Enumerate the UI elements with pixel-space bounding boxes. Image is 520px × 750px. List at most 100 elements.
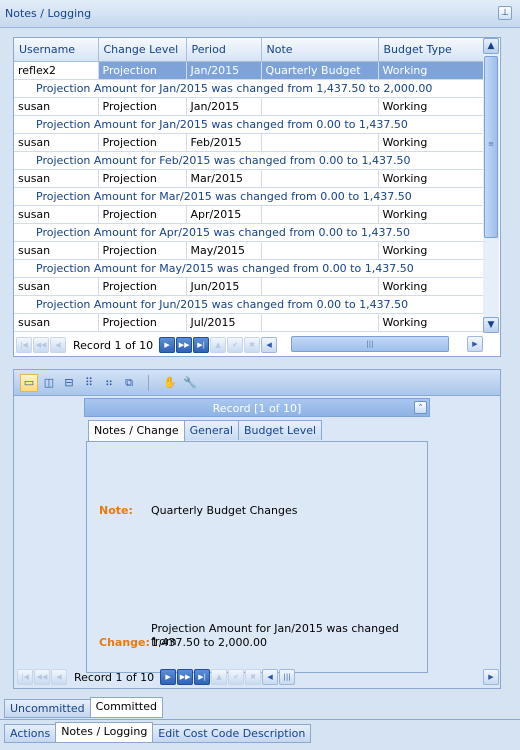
column-header-username[interactable]: Username [14,38,99,62]
table-row[interactable]: susan Projection May/2015 Working [14,241,485,260]
cell-username[interactable]: reflex2 [14,61,99,80]
save-record-button[interactable]: ✔ [228,669,245,685]
cell-change-level[interactable]: Projection [98,277,187,296]
cell-note[interactable] [261,133,379,152]
column-header-budget-type[interactable]: Budget Type [378,38,485,62]
tab-uncommitted[interactable]: Uncommitted [4,699,91,718]
table-row[interactable]: susan Projection Jan/2015 Working [14,97,485,116]
table-row[interactable]: susan Projection Apr/2015 Working [14,205,485,224]
cell-username[interactable]: susan [14,205,99,224]
table-row[interactable]: susan Projection Jun/2015 Working [14,277,485,296]
column-header-period[interactable]: Period [186,38,262,62]
tab-committed[interactable]: Committed [89,697,163,718]
cell-username[interactable]: susan [14,97,99,116]
cell-budget-type[interactable]: Working [378,241,485,260]
scroll-thumb[interactable]: ≡ [484,56,498,238]
save-record-button[interactable]: ✔ [227,337,244,353]
next-page-button[interactable]: ▶▶ [176,337,193,353]
cell-note[interactable] [261,169,379,188]
tab-edit-cost-code-description[interactable]: Edit Cost Code Description [152,724,312,743]
scroll-down-button[interactable]: ▼ [483,317,499,333]
column-header-change-level[interactable]: Change Level [98,38,187,62]
cell-note[interactable]: Quarterly Budget [261,61,379,80]
note-value[interactable]: Quarterly Budget Changes [151,504,297,517]
table-row[interactable]: susan Projection Jul/2015 Working [14,313,485,332]
cell-change-level[interactable]: Projection [98,97,187,116]
scroll-left-button[interactable]: ◀ [262,669,279,685]
collapse-card-icon[interactable]: ⌃ [414,401,427,414]
cell-note[interactable] [261,205,379,224]
column-header-note[interactable]: Note [261,38,379,62]
cell-period[interactable]: Jul/2015 [186,313,262,332]
cell-budget-type[interactable]: Working [378,277,485,296]
cell-period[interactable]: Feb/2015 [186,133,262,152]
cell-period[interactable]: Jun/2015 [186,277,262,296]
tab-actions[interactable]: Actions [4,724,57,743]
cell-change-level[interactable]: Projection [98,61,187,80]
cell-change-level[interactable]: Projection [98,241,187,260]
pin-icon[interactable]: ⊥ [498,6,512,20]
tab-budget-level[interactable]: Budget Level [237,420,323,440]
cell-period[interactable]: Apr/2015 [186,205,262,224]
two-column-layout-icon[interactable]: ◫ [40,374,58,392]
tab-notes-change[interactable]: Notes / Change [88,420,185,441]
last-record-button[interactable]: ▶| [193,337,210,353]
insert-record-button[interactable]: ▲ [210,337,227,353]
single-card-layout-icon[interactable]: ▭ [20,373,38,392]
cell-budget-type[interactable]: Working [378,61,485,80]
next-page-button[interactable]: ▶▶ [177,669,194,685]
pan-hand-icon[interactable]: ✋ [161,374,179,392]
next-record-button[interactable]: ▶ [159,337,176,353]
grid-vertical-scrollbar[interactable]: ▲ ≡ ▼ [483,38,499,333]
cell-note[interactable] [261,97,379,116]
cell-change-level[interactable]: Projection [98,205,187,224]
cell-budget-type[interactable]: Working [378,169,485,188]
cell-budget-type[interactable]: Working [378,313,485,332]
scroll-right-button[interactable]: ▶ [483,669,499,685]
cell-username[interactable]: susan [14,133,99,152]
cell-budget-type[interactable]: Working [378,97,485,116]
insert-record-button[interactable]: ▲ [211,669,228,685]
scroll-left-button[interactable]: ◀ [261,337,278,353]
customize-layout-icon[interactable]: ⧉ [120,374,138,392]
cell-period[interactable]: Jan/2015 [186,61,262,80]
cell-username[interactable]: susan [14,277,99,296]
next-record-button[interactable]: ▶ [160,669,177,685]
tab-notes-logging[interactable]: Notes / Logging [55,722,154,743]
cancel-record-button[interactable]: ✖ [245,669,262,685]
cell-budget-type[interactable]: Working [378,133,485,152]
cell-username[interactable]: susan [14,241,99,260]
multi-row-layout-icon[interactable]: ⠶ [100,374,118,392]
grid-horizontal-scroll-thumb[interactable]: ||| [291,336,449,352]
change-value-line2[interactable]: 1,437.50 to 2,000.00 [151,636,267,649]
prev-record-button[interactable]: ◀ [51,669,67,685]
cell-username[interactable]: susan [14,169,99,188]
scroll-right-button[interactable]: ▶ [467,336,483,352]
cell-username[interactable]: susan [14,313,99,332]
multi-column-layout-icon[interactable]: ⠿ [80,374,98,392]
cell-change-level[interactable]: Projection [98,313,187,332]
tab-general[interactable]: General [183,420,239,440]
cell-note[interactable] [261,313,379,332]
horizontal-scroll-thumb[interactable]: ||| [279,669,296,685]
table-row[interactable]: susan Projection Mar/2015 Working [14,169,485,188]
prev-page-button[interactable]: ◀◀ [34,669,50,685]
wrench-icon[interactable]: 🔧 [181,374,199,392]
cell-change-level[interactable]: Projection [98,133,187,152]
two-row-layout-icon[interactable]: ⊟ [60,374,78,392]
cell-change-level[interactable]: Projection [98,169,187,188]
first-record-button[interactable]: |◀ [16,337,32,353]
table-row[interactable]: reflex2 Projection Jan/2015 Quarterly Bu… [14,61,485,80]
first-record-button[interactable]: |◀ [17,669,33,685]
cell-note[interactable] [261,277,379,296]
cell-budget-type[interactable]: Working [378,205,485,224]
cell-period[interactable]: May/2015 [186,241,262,260]
prev-record-button[interactable]: ◀ [50,337,66,353]
scroll-up-button[interactable]: ▲ [483,38,499,54]
cancel-record-button[interactable]: ✖ [244,337,261,353]
prev-page-button[interactable]: ◀◀ [33,337,49,353]
table-row[interactable]: susan Projection Feb/2015 Working [14,133,485,152]
last-record-button[interactable]: ▶| [194,669,211,685]
cell-note[interactable] [261,241,379,260]
cell-period[interactable]: Mar/2015 [186,169,262,188]
